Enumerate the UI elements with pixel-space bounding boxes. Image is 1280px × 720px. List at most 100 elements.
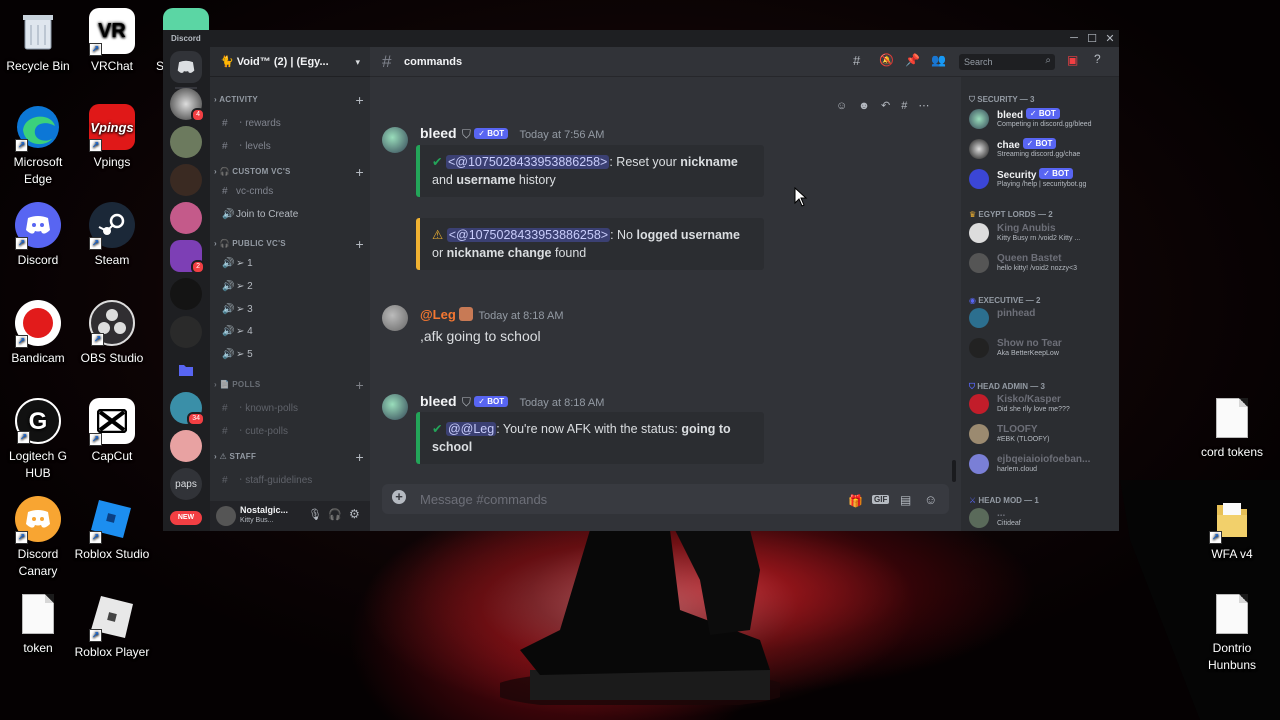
desktop-icon-dontrio[interactable]: Dontrio Hunbuns (1194, 594, 1270, 674)
server-icon[interactable]: 4 (170, 88, 205, 122)
channel-cute-polls[interactable]: # ㆍcute-polls (222, 422, 362, 437)
avatar[interactable] (382, 127, 408, 153)
desktop-icon-obs[interactable]: ↗ OBS Studio (74, 300, 150, 367)
member-item[interactable]: ... Citideaf (969, 506, 1117, 531)
server-icon[interactable] (170, 316, 202, 348)
desktop-icon-roblox-studio[interactable]: ↗ Roblox Studio (74, 496, 150, 563)
desktop-icon-recycle-bin[interactable]: Recycle Bin (0, 8, 76, 75)
chat-scrollbar[interactable] (952, 460, 956, 482)
desktop-icon-wfa[interactable]: ↗ WFA v4 (1194, 496, 1270, 563)
upload-plus-icon[interactable]: + (392, 490, 406, 504)
channel-rewards[interactable]: # ㆍrewards (222, 114, 362, 129)
add-channel-icon[interactable]: + (356, 164, 364, 180)
category-custom-vcs[interactable]: › 🎧 CUSTOM VC'S + (214, 164, 364, 180)
desktop-icon-capcut[interactable]: ↗ CapCut (74, 398, 150, 465)
server-icon-active[interactable] (170, 278, 202, 310)
direct-messages-button[interactable] (170, 51, 202, 83)
microphone-icon[interactable]: 🎙 (308, 508, 322, 521)
mute-bell-icon[interactable]: 🔕 (879, 53, 894, 67)
desktop-icon-vpings[interactable]: Vpings ↗ Vpings (74, 104, 150, 171)
add-channel-icon[interactable]: + (356, 92, 364, 108)
desktop-icon-token[interactable]: token (0, 594, 76, 657)
gear-icon[interactable]: ⚙ (349, 507, 360, 521)
add-channel-icon[interactable]: + (356, 449, 364, 465)
server-icon[interactable]: 34 (170, 392, 205, 426)
help-icon[interactable]: ? (1094, 52, 1101, 66)
member-item[interactable]: Show no Tear Aka BetterKeepLow (969, 336, 1117, 362)
channel-staff-guidelines[interactable]: # ㆍstaff-guidelines (222, 471, 362, 486)
discord-window: Discord ─ ☐ ✕ 4 2 34 paps NEW 🐈 Void™ (2… (163, 30, 1119, 531)
desktop-icon-vrchat[interactable]: VR ↗ VRChat (74, 8, 150, 75)
category-staff[interactable]: › ⚠ STAFF + (214, 449, 364, 465)
sticker-icon[interactable]: ▤ (900, 493, 911, 507)
desktop-icon-edge[interactable]: ↗ Microsoft Edge (0, 104, 76, 188)
avatar[interactable] (216, 506, 236, 526)
more-options-icon[interactable]: ⋯ (918, 100, 929, 112)
member-item[interactable]: pinhead (969, 306, 1117, 332)
member-item[interactable]: bleed ✓ BOT Competing in discord.gg/blee… (969, 107, 1117, 133)
user-mention[interactable]: <@1075028433953886258> (446, 228, 611, 242)
pin-icon[interactable]: 📌 (905, 53, 920, 67)
desktop-icon-steam[interactable]: ↗ Steam (74, 202, 150, 269)
server-icon[interactable] (170, 164, 202, 196)
member-item[interactable]: ejbqeiaioiofoeban... harlem.cloud (969, 452, 1117, 478)
channel-join-to-create[interactable]: 🔊 Join to Create (222, 209, 362, 220)
user-mention[interactable]: @@Leg (445, 422, 497, 436)
member-list-icon[interactable]: 👥 (931, 53, 946, 67)
category-activity[interactable]: › ACTIVITY + (214, 92, 364, 108)
close-button[interactable]: ✕ (1103, 32, 1117, 45)
avatar[interactable] (382, 305, 408, 331)
channel-vc-cmds[interactable]: # vc-cmds (222, 186, 362, 197)
server-icon[interactable] (170, 202, 202, 234)
channel-vc-4[interactable]: 🔊 ➢ 4 (222, 326, 362, 337)
search-input[interactable]: Search ⌕ (959, 54, 1055, 70)
message-composer[interactable]: + Message #commands (382, 484, 949, 514)
server-header[interactable]: 🐈 Void™ (2) | (Egy... ▾ (210, 47, 370, 77)
member-item[interactable]: TLOOFY #EBK (TLOOFY) (969, 422, 1117, 448)
minimize-button[interactable]: ─ (1067, 32, 1081, 44)
author-name[interactable]: bleed (420, 393, 457, 409)
server-folder[interactable] (170, 354, 202, 386)
member-item[interactable]: Security ✓ BOT Playing /help | securityb… (969, 167, 1117, 193)
channel-vc-5[interactable]: 🔊 ➢ 5 (222, 349, 362, 360)
super-reaction-icon[interactable]: ☻ (858, 100, 870, 112)
server-icon-paps[interactable]: paps (170, 468, 202, 500)
user-mention[interactable]: <@1075028433953886258> (445, 155, 610, 169)
category-public-vcs[interactable]: › 🎧 PUBLIC VC'S + (214, 236, 364, 252)
desktop-icon-roblox-player[interactable]: ↗ Roblox Player (74, 594, 150, 661)
desktop-icon-cord-tokens[interactable]: cord tokens (1194, 398, 1270, 461)
reply-icon[interactable]: ↶ (881, 100, 890, 112)
emoji-icon[interactable]: ☺ (924, 492, 937, 507)
add-channel-icon[interactable]: + (356, 236, 364, 252)
threads-icon[interactable]: # (853, 53, 860, 68)
create-thread-icon[interactable]: # (901, 100, 907, 112)
headphones-icon[interactable]: 🎧 (328, 508, 342, 521)
avatar[interactable] (382, 394, 408, 420)
desktop-icon-discord[interactable]: ↗ Discord (0, 202, 76, 269)
inbox-icon[interactable]: ▣ (1067, 53, 1078, 67)
member-item[interactable]: Kisko/Kasper Did she rlly love me??? (969, 392, 1117, 418)
record-dot-icon (23, 308, 53, 338)
channel-known-polls[interactable]: # ㆍknown-polls (222, 399, 362, 414)
server-icon[interactable] (170, 126, 202, 158)
add-reaction-icon[interactable]: ☺ (836, 100, 847, 112)
gif-button[interactable]: GIF (872, 495, 890, 504)
channel-vc-3[interactable]: 🔊 ➢ 3 (222, 304, 362, 315)
channel-vc-2[interactable]: 🔊 ➢ 2 (222, 281, 362, 292)
desktop-icon-bandicam[interactable]: ↗ Bandicam (0, 300, 76, 367)
category-polls[interactable]: › 📄 POLLS + (214, 377, 364, 393)
member-item[interactable]: Queen Bastet hello kitty! /void2 nozzy<3 (969, 251, 1117, 277)
author-name[interactable]: bleed (420, 125, 457, 141)
member-item[interactable]: chae ✓ BOT Streaming discord.gg/chae (969, 137, 1117, 163)
desktop-icon-logitech[interactable]: G ↗ Logitech G HUB (0, 398, 76, 482)
server-icon[interactable]: 2 (170, 240, 205, 274)
maximize-button[interactable]: ☐ (1085, 32, 1099, 45)
author-name[interactable]: @Leg (420, 307, 456, 322)
channel-levels[interactable]: # ㆍlevels (222, 137, 362, 152)
gift-icon[interactable]: 🎁 (848, 494, 863, 508)
server-icon[interactable] (170, 430, 202, 462)
member-item[interactable]: King Anubis Kitty Busy rn /void2 Kitty .… (969, 221, 1117, 247)
add-channel-icon[interactable]: + (356, 377, 364, 393)
desktop-icon-discord-canary[interactable]: ↗ Discord Canary (0, 496, 76, 580)
channel-vc-1[interactable]: 🔊 ➢ 1 (222, 258, 362, 269)
